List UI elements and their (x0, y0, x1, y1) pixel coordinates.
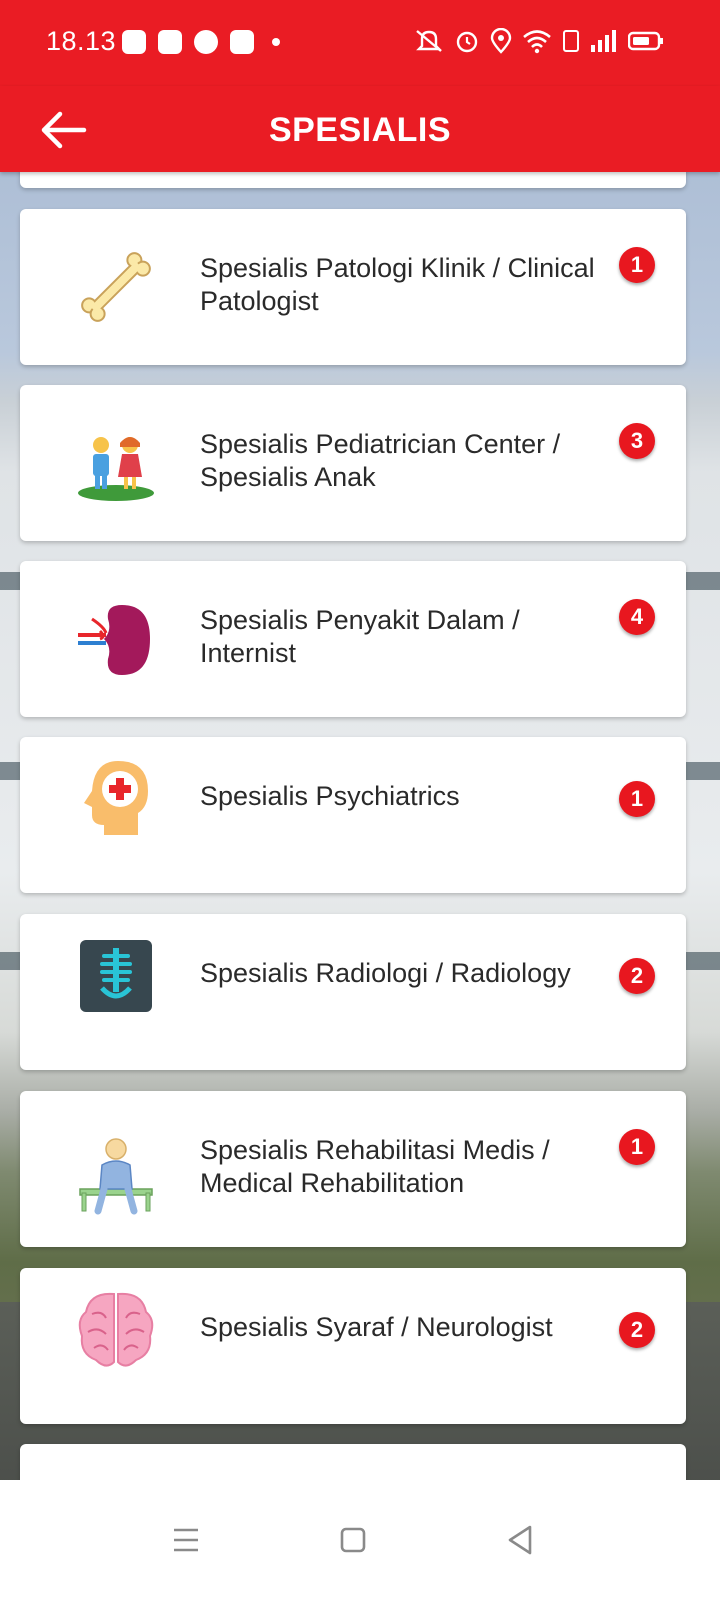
status-bar: 18.13 (0, 0, 720, 86)
alarm-icon (456, 31, 478, 53)
facebook-icon (230, 30, 254, 54)
bone-icon (81, 252, 151, 322)
chat-icon (194, 30, 218, 54)
mute-icon (416, 30, 442, 52)
menu-icon (174, 1528, 198, 1552)
wifi-icon (523, 30, 551, 54)
children-icon (78, 437, 154, 501)
count-badge: 1 (619, 781, 655, 817)
specialist-title: Spesialis Syaraf / Neurologist (200, 1312, 553, 1342)
specialist-title: Spesialis Patologi Klinik / Clinical Pat… (200, 253, 595, 316)
recent-apps-button[interactable] (156, 1510, 216, 1570)
dot-icon (272, 38, 280, 46)
specialist-item-penyakit-dalam[interactable]: Spesialis Penyakit Dalam / Internist 4 (20, 561, 686, 717)
count-badge: 3 (619, 423, 655, 459)
page-title: SPESIALIS (268, 111, 452, 149)
count-badge: 2 (619, 958, 655, 994)
specialist-item-pediatrician[interactable]: Spesialis Pediatrician Center / Spesiali… (20, 385, 686, 541)
specialist-item-syaraf[interactable]: Spesialis Syaraf / Neurologist 2 (20, 1268, 686, 1424)
count-badge: 2 (619, 1312, 655, 1348)
brain-icon (78, 1292, 154, 1367)
signal-icon (591, 30, 616, 52)
specialist-item-rehabilitasi[interactable]: Spesialis Rehabilitasi Medis / Medical R… (20, 1091, 686, 1247)
specialist-item-psychiatrics[interactable]: Spesialis Psychiatrics 1 (20, 737, 686, 893)
back-triangle-icon (508, 1525, 532, 1555)
specialist-item-radiologi[interactable]: Spesialis Radiologi / Radiology 2 (20, 914, 686, 1070)
specialist-title: Spesialis Radiologi / Radiology (200, 958, 571, 988)
line-icon (122, 30, 146, 54)
status-time: 18.13 (46, 26, 117, 56)
specialist-title: Spesialis Penyakit Dalam / Internist (200, 605, 520, 668)
notification-icons (122, 30, 280, 54)
count-badge: 1 (619, 247, 655, 283)
count-badge: 1 (619, 1129, 655, 1165)
system-back-button[interactable] (490, 1510, 550, 1570)
volte-icon (563, 30, 579, 52)
specialist-title: Spesialis Pediatrician Center / Spesiali… (200, 429, 561, 492)
home-icon (340, 1527, 366, 1553)
home-button[interactable] (323, 1510, 383, 1570)
mental-health-icon (84, 761, 148, 835)
specialist-list[interactable]: Spesialis Patologi Klinik / Clinical Pat… (0, 172, 720, 1512)
specialist-title: Spesialis Rehabilitasi Medis / Medical R… (200, 1135, 550, 1198)
xray-icon (80, 940, 152, 1012)
app-bar: SPESIALIS (0, 86, 720, 172)
count-badge: 4 (619, 599, 655, 635)
discord-icon (158, 30, 182, 54)
sitting-person-icon (79, 1138, 153, 1215)
location-icon (490, 28, 512, 54)
list-item-partial-top[interactable] (20, 172, 686, 188)
system-nav-bar (0, 1480, 720, 1600)
system-icons (414, 28, 664, 54)
specialist-title: Spesialis Psychiatrics (200, 781, 460, 811)
specialist-item-patologi[interactable]: Spesialis Patologi Klinik / Clinical Pat… (20, 209, 686, 365)
kidney-icon (78, 605, 150, 675)
battery-icon (628, 31, 663, 51)
